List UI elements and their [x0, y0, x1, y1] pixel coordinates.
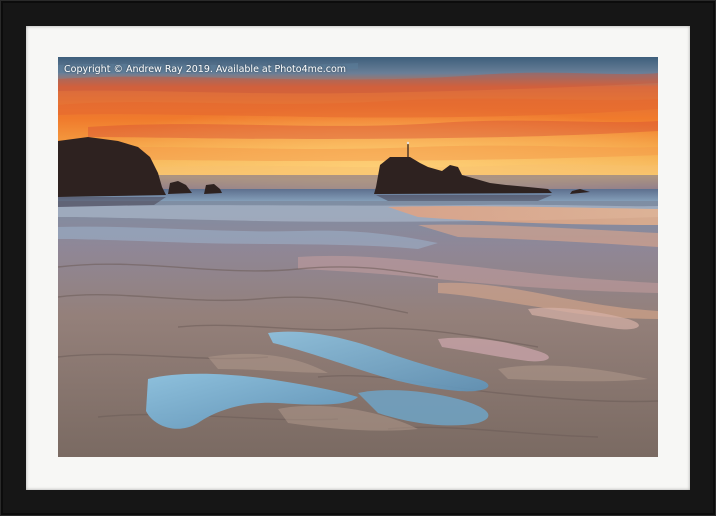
photograph: Copyright © Andrew Ray 2019. Available a… — [58, 57, 658, 457]
flagpole-top — [406, 141, 410, 145]
sunset-beach-photo — [58, 57, 658, 457]
copyright-watermark: Copyright © Andrew Ray 2019. Available a… — [64, 64, 347, 75]
rock-reflection — [376, 195, 552, 201]
